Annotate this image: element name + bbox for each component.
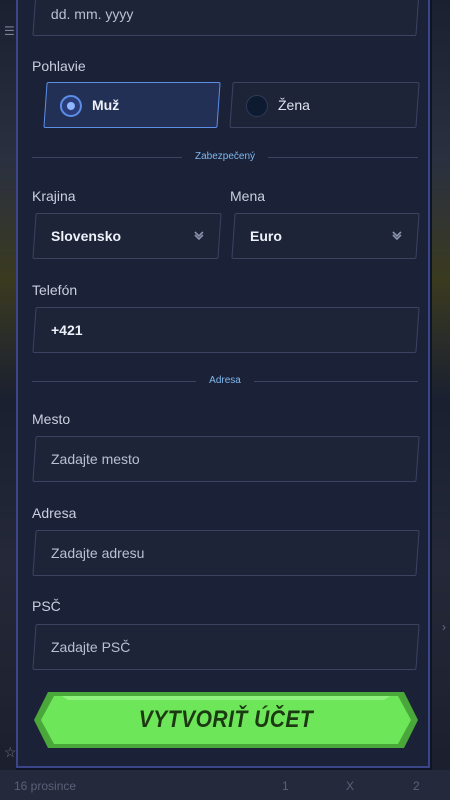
city-input[interactable]: Zadajte mesto <box>32 436 420 482</box>
city-placeholder: Zadajte mesto <box>51 451 140 467</box>
odds-label-x: X <box>346 779 355 793</box>
gender-label: Pohlavie <box>32 58 86 74</box>
create-account-label: VYTVORIŤ ÚČET <box>138 706 314 733</box>
birthdate-field[interactable]: dd. mm. yyyy <box>32 0 420 36</box>
address-placeholder: Zadajte adresu <box>51 545 145 561</box>
section-title-secured: Zabezpečený <box>194 151 256 162</box>
chevron-down-icon <box>391 228 403 246</box>
phone-label: Telefón <box>32 282 78 298</box>
odds-label-2: 2 <box>413 779 420 793</box>
currency-value: Euro <box>250 228 282 244</box>
chevron-right-icon[interactable]: › <box>442 620 446 634</box>
country-select[interactable]: Slovensko <box>32 213 222 259</box>
postal-input[interactable]: Zadajte PSČ <box>32 624 420 670</box>
star-icon[interactable]: ☆ <box>4 744 17 761</box>
gender-option-male-label: Muž <box>92 97 120 113</box>
background-match-row[interactable]: 16 prosince 1 X 2 <box>0 770 450 800</box>
postal-placeholder: Zadajte PSČ <box>51 639 131 655</box>
country-label: Krajina <box>32 188 76 204</box>
radio-checked-icon <box>59 95 82 117</box>
chevron-down-icon <box>193 228 205 246</box>
radio-unchecked-icon <box>245 95 268 117</box>
currency-label: Mena <box>230 188 266 204</box>
gender-option-female-label: Žena <box>278 97 310 113</box>
odds-label-1: 1 <box>282 779 289 793</box>
section-title-address: Adresa <box>209 375 241 386</box>
phone-value: +421 <box>51 322 83 338</box>
birthdate-placeholder: dd. mm. yyyy <box>50 6 134 22</box>
background-right-strip <box>432 0 450 800</box>
section-divider-secured: Zabezpečený <box>32 151 418 163</box>
gender-option-male[interactable]: Muž <box>43 82 221 128</box>
country-value: Slovensko <box>51 228 122 244</box>
create-account-button[interactable]: VYTVORIŤ ÚČET <box>34 692 418 748</box>
gender-option-female[interactable]: Žena <box>229 82 420 128</box>
menu-icon[interactable]: ☰ <box>4 24 15 38</box>
phone-input[interactable]: +421 <box>32 307 420 353</box>
city-label: Mesto <box>32 411 71 427</box>
address-input[interactable]: Zadajte adresu <box>32 530 420 576</box>
match-date: 16 prosince <box>14 779 77 793</box>
address-label: Adresa <box>32 505 77 521</box>
currency-select[interactable]: Euro <box>231 213 420 259</box>
background-left-strip <box>0 0 16 800</box>
section-divider-address: Adresa <box>32 375 418 387</box>
postal-label: PSČ <box>32 598 61 614</box>
